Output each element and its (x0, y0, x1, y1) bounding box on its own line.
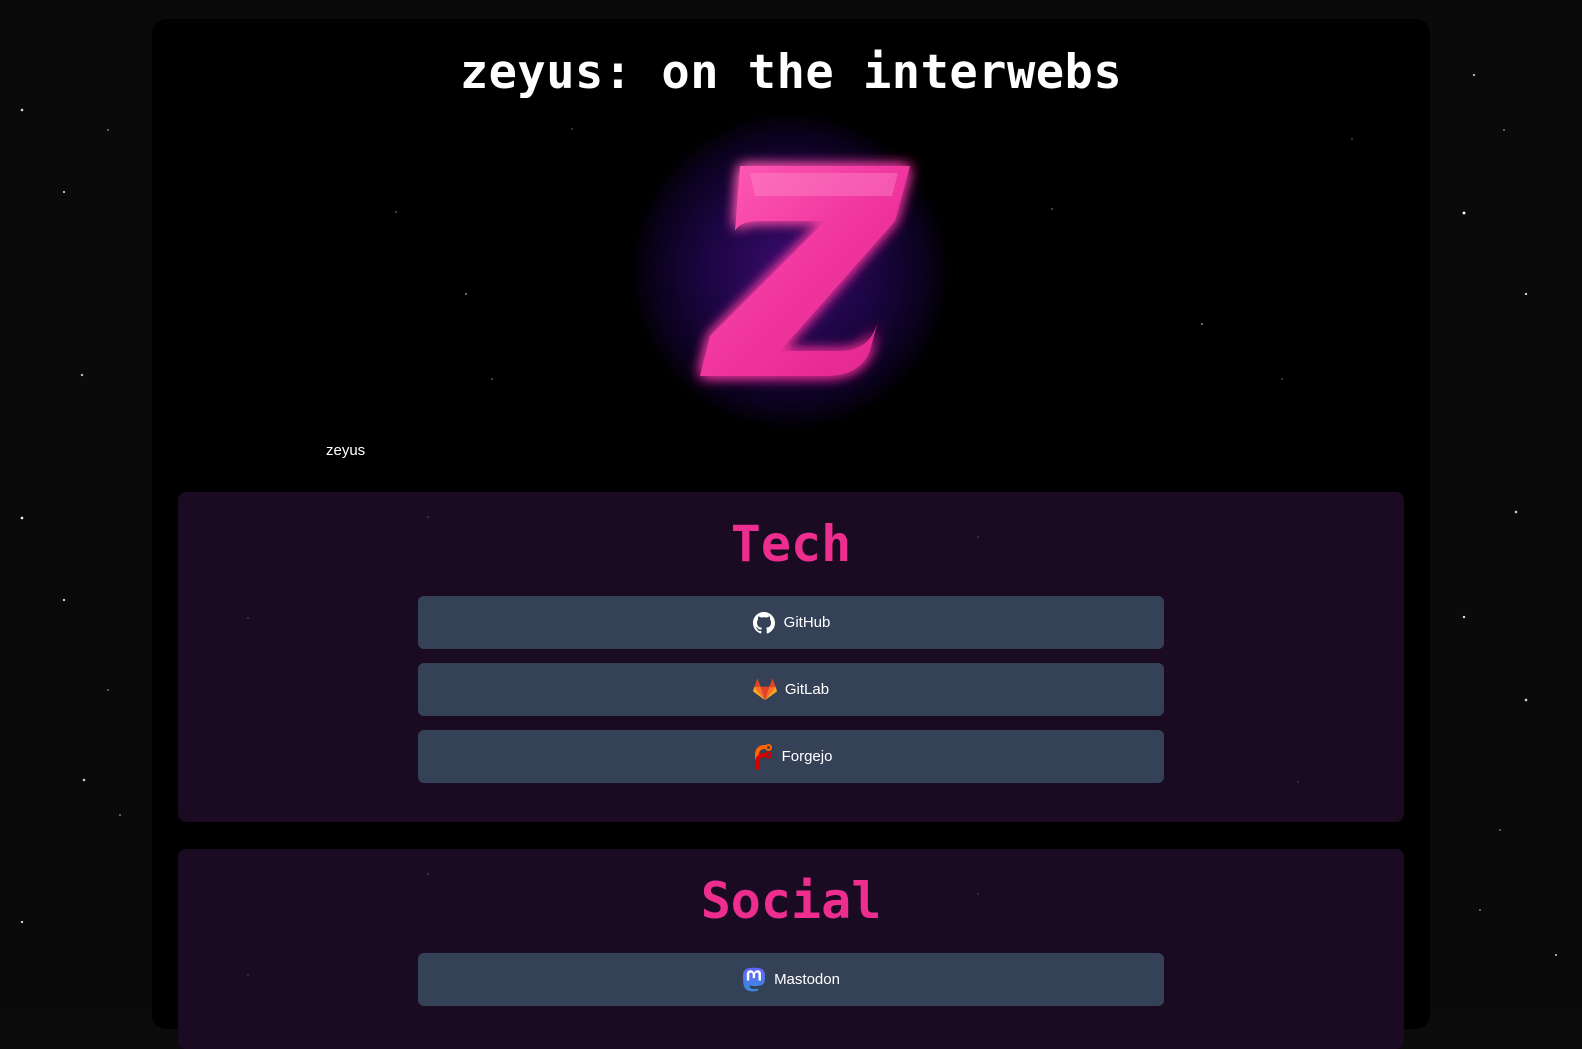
github-icon (752, 611, 776, 635)
mastodon-link-button[interactable]: Mastodon (418, 953, 1164, 1006)
page-title: zeyus: on the interwebs (459, 45, 1123, 100)
avatar-caption: zeyus (326, 442, 366, 459)
social-link-list: Mastodon (418, 953, 1164, 1020)
section-title-tech: Tech (730, 515, 852, 573)
tech-section: Tech GitHub GitLab Forgejo (178, 492, 1404, 822)
forgejo-icon (750, 743, 774, 770)
section-title-social: Social (700, 872, 882, 930)
github-link-button[interactable]: GitHub (418, 596, 1164, 649)
mastodon-link-label: Mastodon (774, 970, 840, 988)
mastodon-icon (742, 967, 766, 992)
social-section: Social Mastodon (178, 849, 1404, 1049)
github-link-label: GitHub (783, 613, 831, 631)
zeyus-logo (630, 111, 950, 431)
forgejo-link-label: Forgejo (781, 747, 833, 765)
gitlab-link-label: GitLab (784, 680, 830, 698)
gitlab-link-button[interactable]: GitLab (418, 663, 1164, 716)
tech-link-list: GitHub GitLab Forgejo (418, 596, 1164, 797)
gitlab-icon (752, 678, 777, 702)
profile-card: zeyus: on the interwebs zeyus Tech GitHu… (152, 19, 1430, 1049)
forgejo-link-button[interactable]: Forgejo (418, 730, 1164, 783)
